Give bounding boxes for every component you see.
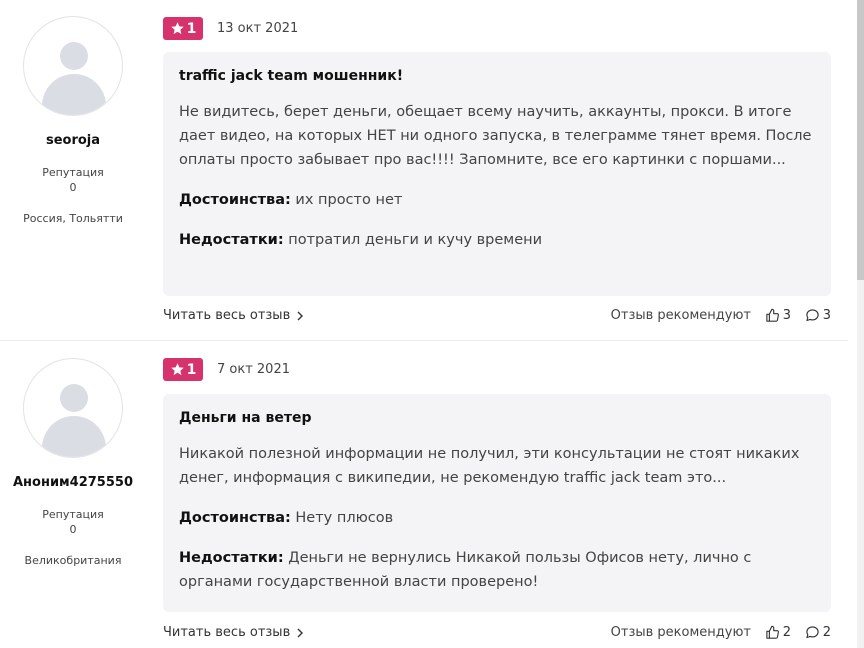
pros-text: Нету плюсов: [295, 510, 394, 526]
read-full-review-link[interactable]: Читать весь отзыв: [163, 308, 304, 323]
comment-icon: [806, 309, 819, 322]
review-cons: Недостатки: Деньги не вернулись Никакой …: [179, 546, 815, 594]
author-location: Россия, Тольятти: [23, 212, 123, 225]
recommend-label: Отзыв рекомендуют: [610, 308, 751, 323]
pros-label: Достоинства:: [179, 192, 291, 208]
author-nickname[interactable]: Аноним4275550: [0, 475, 146, 490]
review-item: Аноним4275550 Репутация 0 Великобритания…: [0, 341, 848, 648]
comment-count: 3: [822, 308, 831, 323]
review-cons: Недостатки: потратил деньги и кучу време…: [179, 228, 815, 252]
pros-label: Достоинства:: [179, 510, 291, 526]
review-title[interactable]: traffic jack team мошенник!: [179, 68, 815, 84]
review-footer: Читать весь отзыв Отзыв рекомендуют 3 3: [163, 308, 831, 328]
thumbs-up-icon: [766, 625, 779, 639]
review-item: seoroja Репутация 0 Россия, Тольятти 1 1…: [0, 0, 848, 340]
star-icon: [170, 22, 184, 35]
rating-value: 1: [186, 20, 197, 37]
author-location: Великобритания: [24, 554, 122, 567]
comment-icon: [806, 626, 819, 639]
avatar[interactable]: [23, 16, 123, 116]
review-body: Никакой полезной информации не получил, …: [179, 446, 800, 486]
read-more-label: Читать весь отзыв: [163, 308, 291, 323]
like-count: 2: [782, 625, 791, 640]
review-pros: Достоинства: их просто нет: [179, 188, 815, 212]
review-date: 13 окт 2021: [217, 21, 299, 36]
review-card: Деньги на ветер Никакой полезной информа…: [163, 394, 831, 612]
star-icon: [170, 363, 184, 376]
review-title[interactable]: Деньги на ветер: [179, 410, 815, 426]
review-pros: Достоинства: Нету плюсов: [179, 506, 815, 530]
reputation-label: Репутация: [42, 508, 104, 521]
comments-button[interactable]: 2: [805, 625, 831, 640]
chevron-right-icon: [297, 628, 304, 637]
review-body: Не видитесь, берет деньги, обещает всему…: [179, 104, 812, 168]
like-button[interactable]: 3: [765, 308, 791, 323]
comment-count: 2: [822, 625, 831, 640]
review-card: traffic jack team мошенник! Не видитесь,…: [163, 52, 831, 296]
comments-button[interactable]: 3: [805, 308, 831, 323]
rating-value: 1: [186, 361, 197, 378]
reputation-label: Репутация: [42, 166, 104, 179]
cons-text: потратил деньги и кучу времени: [288, 232, 543, 248]
review-date: 7 окт 2021: [217, 362, 290, 377]
like-button[interactable]: 2: [765, 625, 791, 640]
rating-badge: 1: [163, 358, 203, 381]
read-full-review-link[interactable]: Читать весь отзыв: [163, 625, 304, 640]
read-more-label: Читать весь отзыв: [163, 625, 291, 640]
reputation-value: 0: [69, 523, 77, 536]
cons-label: Недостатки:: [179, 550, 284, 566]
review-footer: Читать весь отзыв Отзыв рекомендуют 2 2: [163, 625, 831, 645]
pros-text: их просто нет: [295, 192, 403, 208]
cons-label: Недостатки:: [179, 232, 284, 248]
like-count: 3: [782, 308, 791, 323]
thumbs-up-icon: [766, 308, 779, 322]
rating-badge: 1: [163, 17, 203, 40]
reputation-value: 0: [69, 181, 77, 194]
scrollbar[interactable]: [857, 0, 864, 648]
scrollbar-thumb[interactable]: [857, 0, 864, 280]
chevron-right-icon: [297, 311, 304, 320]
avatar[interactable]: [23, 358, 123, 458]
author-nickname[interactable]: seoroja: [0, 133, 146, 148]
recommend-label: Отзыв рекомендуют: [610, 625, 751, 640]
